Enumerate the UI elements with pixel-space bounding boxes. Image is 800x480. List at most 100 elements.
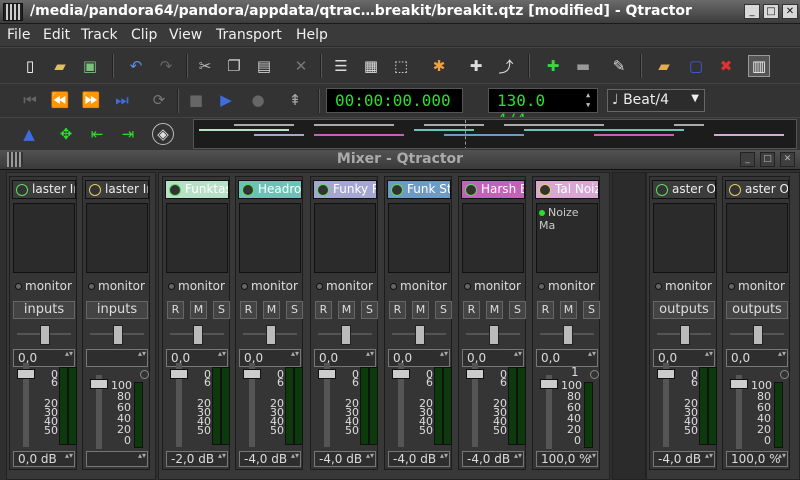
bus-button[interactable]: inputs xyxy=(13,301,75,319)
strip-title[interactable]: Harsh E xyxy=(461,180,525,199)
mixer-minimize-button[interactable]: _ xyxy=(740,152,755,167)
mute-button[interactable]: M xyxy=(412,301,429,319)
fader-knob[interactable] xyxy=(657,369,675,379)
select-track-icon[interactable]: ☰ xyxy=(330,55,352,77)
strip-title[interactable]: laster In xyxy=(12,180,76,199)
record-button[interactable]: R xyxy=(167,301,184,319)
mixer-connect-icon[interactable]: ✖ xyxy=(715,55,737,77)
output-gain-spinbox[interactable]: -2,0 dB xyxy=(166,451,228,467)
plugin-list[interactable] xyxy=(462,203,524,273)
backward-start-icon[interactable]: ⏮ xyxy=(19,89,41,111)
pan-slider[interactable] xyxy=(170,323,224,345)
plugin-list[interactable] xyxy=(388,203,450,273)
plugin-list[interactable]: Noize Ma xyxy=(536,203,598,273)
pan-slider[interactable] xyxy=(730,323,784,345)
output-gain-spinbox[interactable]: -4,0 dB xyxy=(462,451,524,467)
fader-knob[interactable] xyxy=(392,369,410,379)
output-gain-spinbox[interactable]: 0,0 dB xyxy=(13,451,75,467)
monitor-toggle[interactable]: monitor xyxy=(239,279,301,295)
solo-button[interactable]: S xyxy=(435,301,452,319)
monitor-toggle[interactable]: monitor xyxy=(536,279,598,295)
output-gain-spinbox[interactable]: -4,0 dB xyxy=(653,451,715,467)
save-icon[interactable]: ▣ xyxy=(79,55,101,77)
select-rect-icon[interactable]: ⬚ xyxy=(390,55,412,77)
files-icon[interactable]: ▰ xyxy=(653,55,675,77)
strip-title[interactable]: Headro xyxy=(238,180,302,199)
strip-title[interactable]: Funktas xyxy=(165,180,229,199)
mute-button[interactable]: M xyxy=(560,301,577,319)
monitor-toggle[interactable]: monitor xyxy=(726,279,788,295)
minimize-button[interactable]: _ xyxy=(744,4,760,19)
output-gain-spinbox[interactable]: -4,0 dB xyxy=(314,451,376,467)
gain-spinbox[interactable]: 0,0 xyxy=(726,349,788,367)
plugin-list[interactable] xyxy=(726,203,788,273)
mute-button[interactable]: M xyxy=(486,301,503,319)
gain-spinbox[interactable] xyxy=(86,349,148,367)
fast-forward-icon[interactable]: ⏩ xyxy=(80,89,102,111)
session-overview[interactable] xyxy=(193,119,797,149)
cut-icon[interactable]: ✂ xyxy=(194,55,216,77)
menu-edit[interactable]: Edit xyxy=(43,27,70,43)
fader-knob[interactable] xyxy=(17,369,35,379)
mixer-close-button[interactable]: ✕ xyxy=(780,152,795,167)
record-button[interactable]: R xyxy=(463,301,480,319)
solo-button[interactable]: S xyxy=(213,301,230,319)
output-gain-spinbox[interactable] xyxy=(86,451,148,467)
edit-track-icon[interactable]: ✎ xyxy=(608,55,630,77)
strip-title[interactable]: aster O xyxy=(725,180,789,199)
pan-slider[interactable] xyxy=(540,323,594,345)
maximize-button[interactable]: □ xyxy=(763,4,779,19)
fader-knob[interactable] xyxy=(90,379,108,389)
bus-button[interactable]: outputs xyxy=(726,301,788,319)
plugin-item[interactable]: Noize Ma xyxy=(539,206,579,232)
copy-icon[interactable]: ❐ xyxy=(223,55,245,77)
plugin-list[interactable] xyxy=(314,203,376,273)
strip-title[interactable]: aster O xyxy=(652,180,716,199)
auto-backward-icon[interactable]: ⇤ xyxy=(86,123,108,145)
menu-track[interactable]: Track xyxy=(81,27,118,43)
tempo-display[interactable]: 130.0 4/4▲▼ xyxy=(488,88,598,129)
redo-icon[interactable]: ↷ xyxy=(155,55,177,77)
open-folder-icon[interactable]: ▰ xyxy=(49,55,71,77)
plugin-list[interactable] xyxy=(239,203,301,273)
output-gain-spinbox[interactable]: 100,0 % xyxy=(726,451,788,467)
rewind-icon[interactable]: ⏪ xyxy=(49,89,71,111)
bus-button[interactable]: outputs xyxy=(653,301,715,319)
magic-wand-icon[interactable]: ✱ xyxy=(428,55,450,77)
menu-help[interactable]: Help xyxy=(296,27,328,43)
menu-clip[interactable]: Clip xyxy=(131,27,157,43)
monitor-toggle[interactable]: monitor xyxy=(388,279,450,295)
solo-button[interactable]: S xyxy=(509,301,526,319)
select-range-icon[interactable]: ▦ xyxy=(360,55,382,77)
forward-end-icon[interactable]: ⏭ xyxy=(111,89,133,111)
record-button[interactable]: R xyxy=(240,301,257,319)
add-track-icon[interactable]: ✚ xyxy=(542,55,564,77)
mmc-icon[interactable]: ◈ xyxy=(152,123,174,145)
plugin-list[interactable] xyxy=(166,203,228,273)
fader-knob[interactable] xyxy=(540,379,558,389)
menu-view[interactable]: View xyxy=(169,27,202,43)
monitor-toggle[interactable]: monitor xyxy=(86,279,148,295)
snap-select[interactable]: ♩ Beat/4 ▼ xyxy=(607,89,705,112)
monitor-toggle[interactable]: monitor xyxy=(166,279,228,295)
delete-icon[interactable]: ✕ xyxy=(290,55,312,77)
stop-icon[interactable]: ■ xyxy=(185,89,207,111)
mute-button[interactable]: M xyxy=(338,301,355,319)
menu-file[interactable]: File xyxy=(7,27,30,43)
play-icon[interactable]: ▶ xyxy=(215,89,237,111)
pan-slider[interactable] xyxy=(90,323,144,345)
monitor-toggle[interactable]: monitor xyxy=(314,279,376,295)
record-button[interactable]: R xyxy=(537,301,554,319)
strip-title[interactable]: Funk St xyxy=(387,180,451,199)
mixer-icon[interactable]: ▥ xyxy=(748,55,770,77)
bus-button[interactable]: inputs xyxy=(86,301,148,319)
solo-button[interactable]: S xyxy=(361,301,378,319)
tempo-spinner-icon[interactable]: ▲ ▼ xyxy=(586,90,596,110)
fader-knob[interactable] xyxy=(243,369,261,379)
solo-button[interactable]: S xyxy=(286,301,303,319)
metronome-icon[interactable]: ▲ xyxy=(18,123,40,145)
pan-slider[interactable] xyxy=(318,323,372,345)
plugin-list[interactable] xyxy=(653,203,715,273)
close-button[interactable]: ✕ xyxy=(782,4,798,19)
continue-icon[interactable]: ⇥ xyxy=(117,123,139,145)
